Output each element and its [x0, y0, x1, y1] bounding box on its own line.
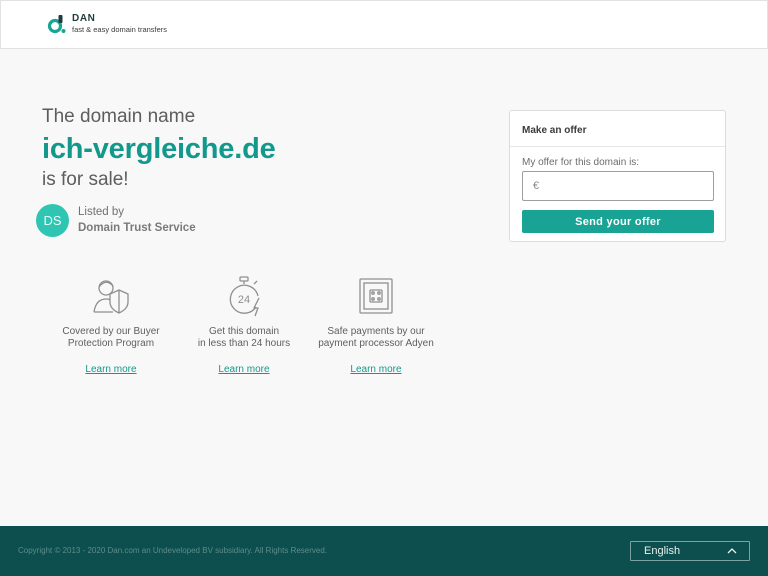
offer-card: Make an offer My offer for this domain i…: [509, 110, 726, 242]
hero: The domain name ich-vergleiche.de is for…: [42, 104, 276, 193]
feature-safe-payments: Safe payments by our payment processor A…: [301, 276, 451, 377]
header: DAN fast & easy domain transfers: [0, 0, 768, 49]
feature-fast-transfer: 24 Get this domain in less than 24 hours…: [169, 276, 319, 377]
language-selector[interactable]: English: [630, 541, 750, 561]
learn-more-link[interactable]: Learn more: [350, 364, 401, 375]
dan-logo[interactable]: DAN fast & easy domain transfers: [47, 14, 167, 34]
feature-text-line1: Covered by our Buyer: [62, 326, 160, 337]
chevron-up-icon: [727, 548, 737, 554]
feature-text-line2: Protection Program: [67, 338, 155, 349]
seller-info: DS Listed by Domain Trust Service: [36, 204, 196, 237]
svg-text:24: 24: [238, 294, 250, 306]
learn-more-link[interactable]: Learn more: [218, 364, 269, 375]
dan-logo-icon: [47, 15, 66, 34]
hero-intro: The domain name: [42, 106, 196, 127]
seller-name: Domain Trust Service: [78, 222, 196, 234]
learn-more-link[interactable]: Learn more: [85, 364, 136, 375]
feature-text-line2: in less than 24 hours: [197, 338, 291, 349]
footer: Copyright © 2013 - 2020 Dan.com an Undev…: [0, 526, 768, 576]
domain-name: ich-vergleiche.de: [42, 133, 276, 165]
language-label: English: [644, 545, 681, 557]
feature-text-line1: Safe payments by our: [327, 326, 425, 337]
shield-person-icon: [93, 280, 129, 314]
stopwatch-24-icon: 24: [229, 276, 260, 317]
feature-buyer-protection: Covered by our Buyer Protection Program …: [36, 276, 186, 377]
send-offer-button[interactable]: Send your offer: [522, 210, 714, 233]
logo-tagline: fast & easy domain transfers: [72, 25, 168, 35]
logo-name: DAN: [72, 13, 96, 25]
copyright-text: Copyright © 2013 - 2020 Dan.com an Undev…: [18, 546, 328, 555]
offer-amount-input[interactable]: [522, 171, 714, 201]
feature-text-line1: Get this domain: [208, 326, 280, 337]
offer-label: My offer for this domain is:: [522, 157, 640, 168]
safe-icon: [359, 278, 393, 314]
listed-by-label: Listed by: [78, 206, 125, 218]
offer-card-title: Make an offer: [510, 111, 725, 147]
for-sale-text: is for sale!: [42, 169, 129, 190]
avatar: DS: [36, 204, 69, 237]
feature-text-line2: payment processor Adyen: [318, 338, 434, 349]
